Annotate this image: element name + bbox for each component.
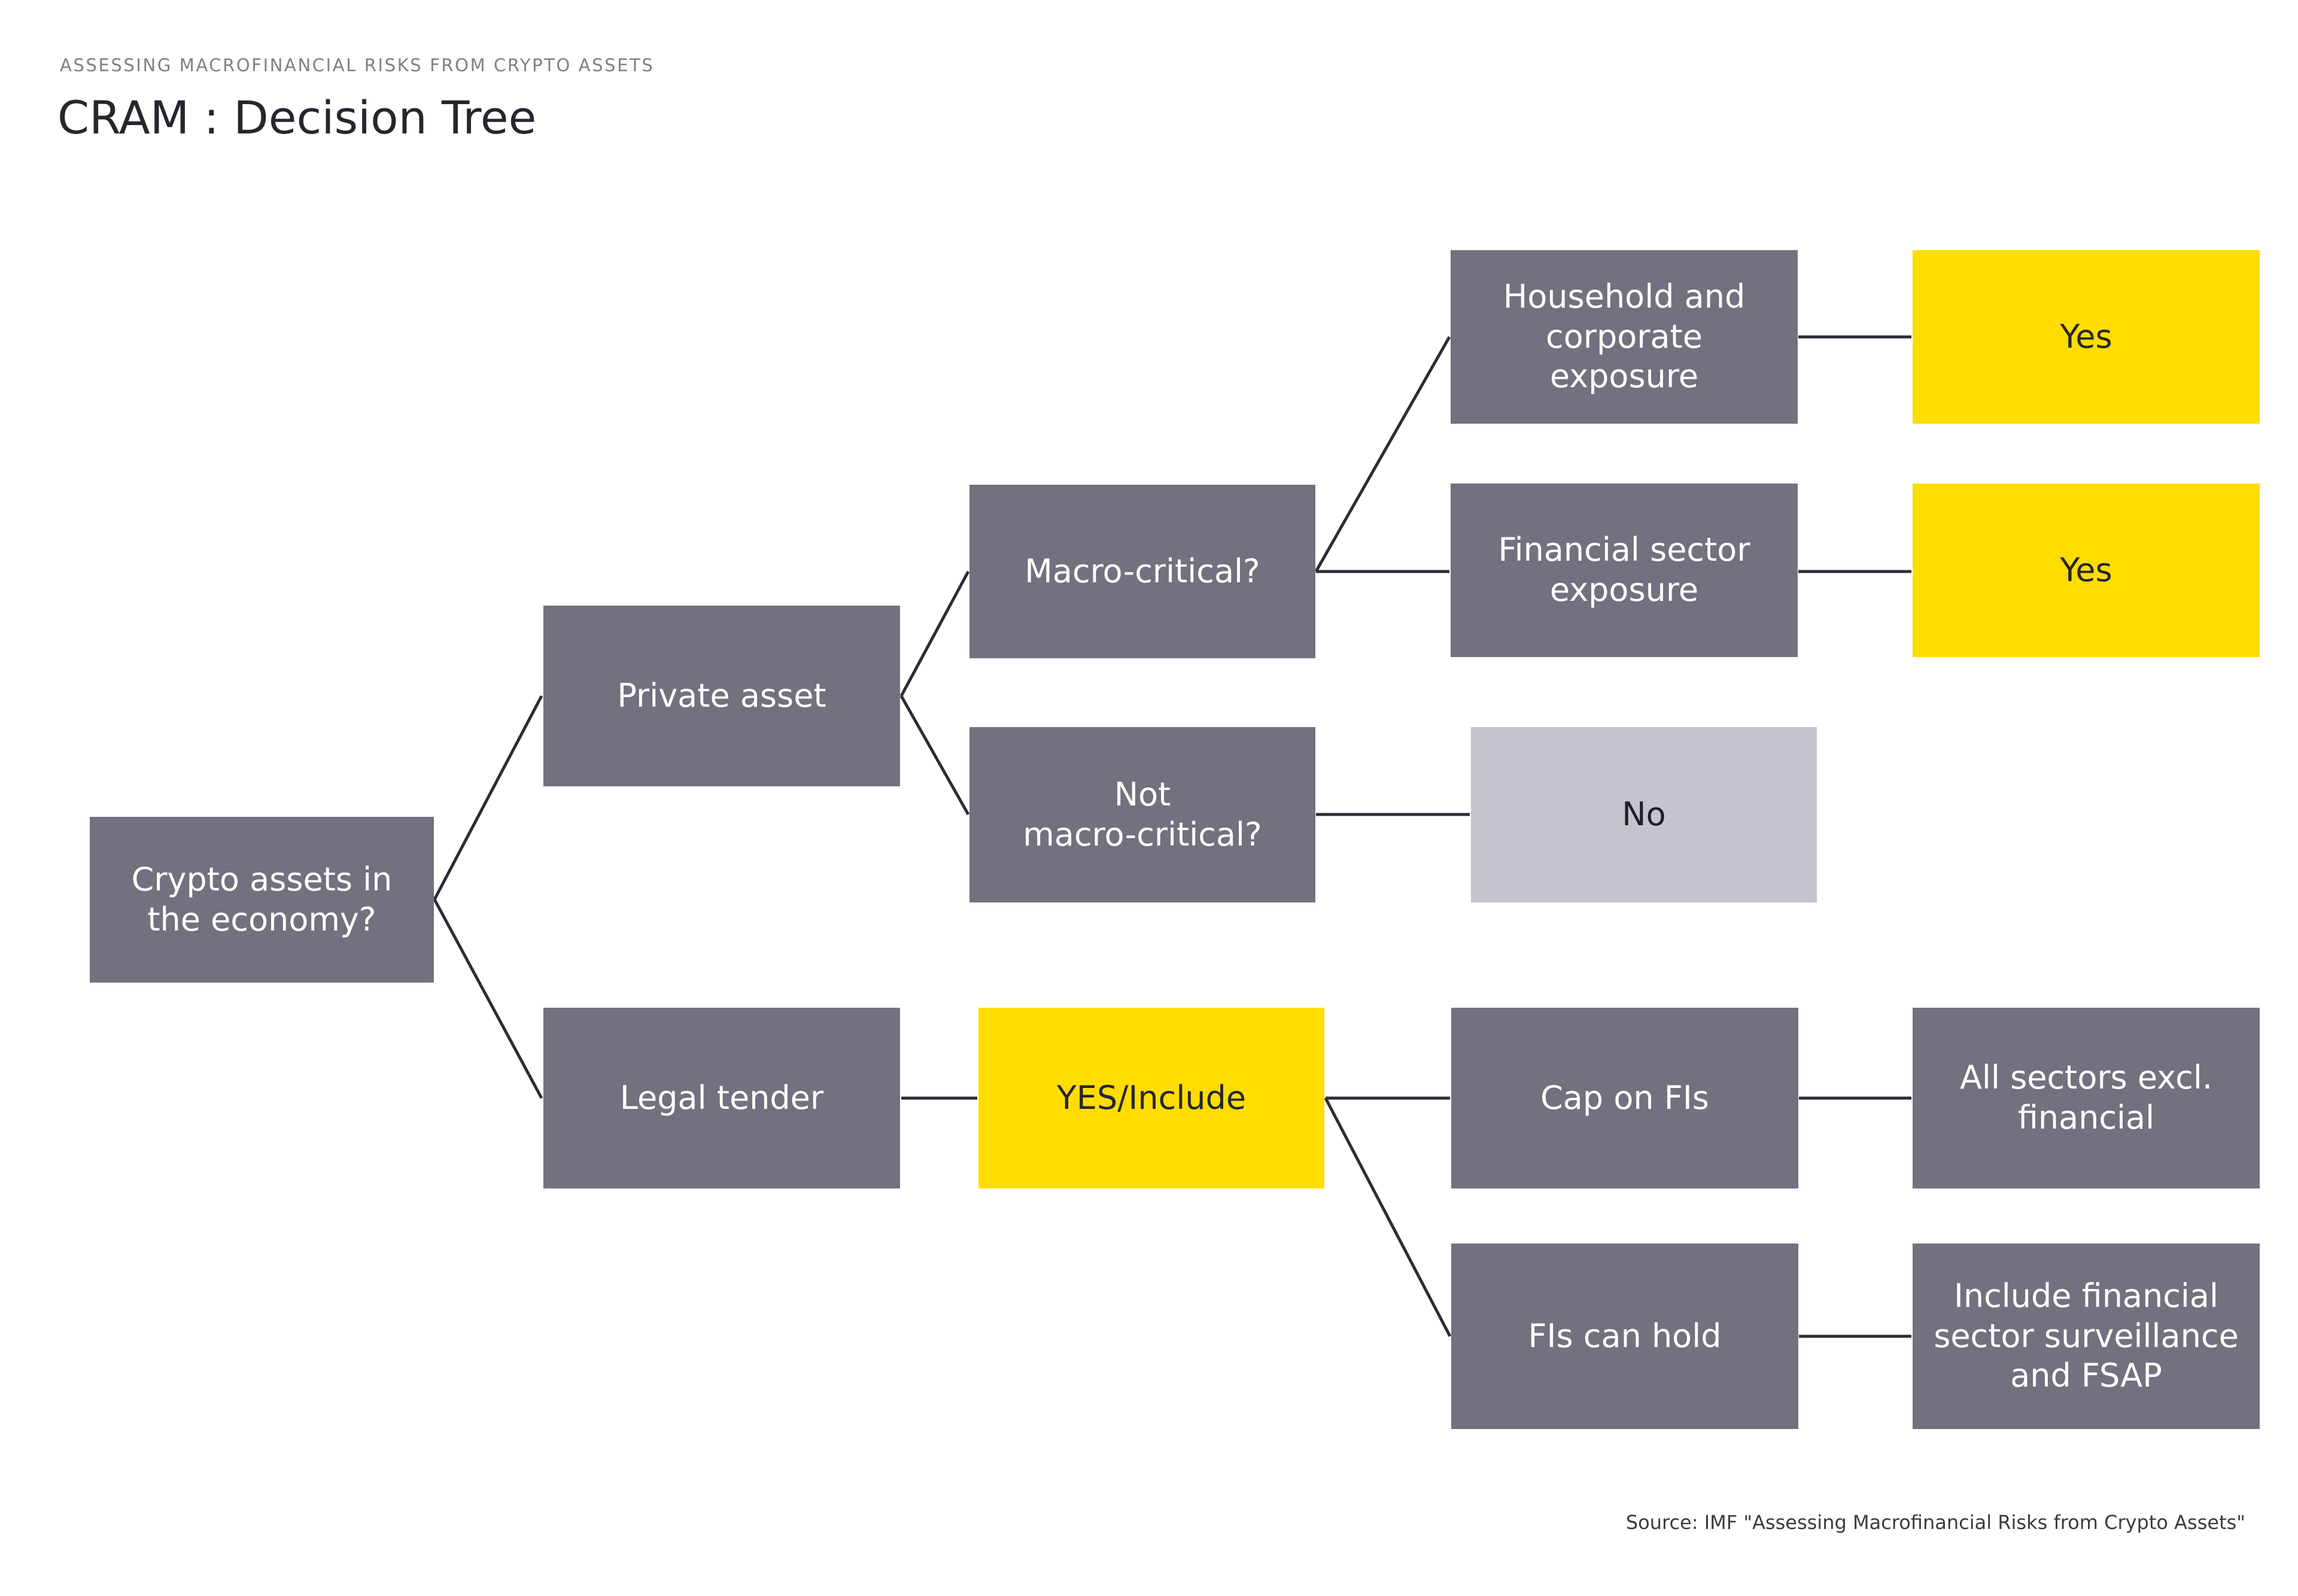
- node-legal-tender[interactable]: Legal tender: [543, 1008, 900, 1188]
- node-fis-can-hold[interactable]: FIs can hold: [1451, 1244, 1798, 1429]
- connector-private-asset-to-macro-critical: [899, 570, 970, 697]
- node-root[interactable]: Crypto assets in the economy?: [90, 817, 434, 983]
- diagram-canvas: ASSESSING MACROFINANCIAL RISKS FROM CRYP…: [0, 0, 2298, 1596]
- connector-yes-include-to-fis-can-hold: [1324, 1097, 1452, 1337]
- connector-root-to-private-asset: [433, 695, 543, 901]
- node-not-macro[interactable]: Not macro-critical?: [969, 727, 1315, 902]
- node-include-fsap[interactable]: Include financial sector surveillance an…: [1913, 1244, 2260, 1429]
- node-cap-on-fis[interactable]: Cap on FIs: [1451, 1008, 1798, 1188]
- node-yes-mid[interactable]: Yes: [1913, 484, 2260, 657]
- node-hh-corp[interactable]: Household and corporate exposure: [1451, 250, 1798, 424]
- source-note: Source: IMF "Assessing Macrofinancial Ri…: [1625, 1511, 2245, 1534]
- node-all-sectors[interactable]: All sectors excl. financial: [1913, 1008, 2260, 1188]
- connector-private-asset-to-not-macro: [899, 695, 970, 816]
- node-yes-top[interactable]: Yes: [1913, 250, 2260, 424]
- node-private-asset[interactable]: Private asset: [543, 606, 900, 786]
- connector-root-to-legal-tender: [433, 898, 543, 1099]
- node-fin-sector[interactable]: Financial sector exposure: [1451, 484, 1798, 657]
- connector-macro-critical-to-hh-corp: [1314, 336, 1451, 573]
- node-yes-include[interactable]: YES/Include: [978, 1008, 1324, 1188]
- node-no[interactable]: No: [1471, 727, 1817, 902]
- node-macro-critical[interactable]: Macro-critical?: [969, 485, 1315, 658]
